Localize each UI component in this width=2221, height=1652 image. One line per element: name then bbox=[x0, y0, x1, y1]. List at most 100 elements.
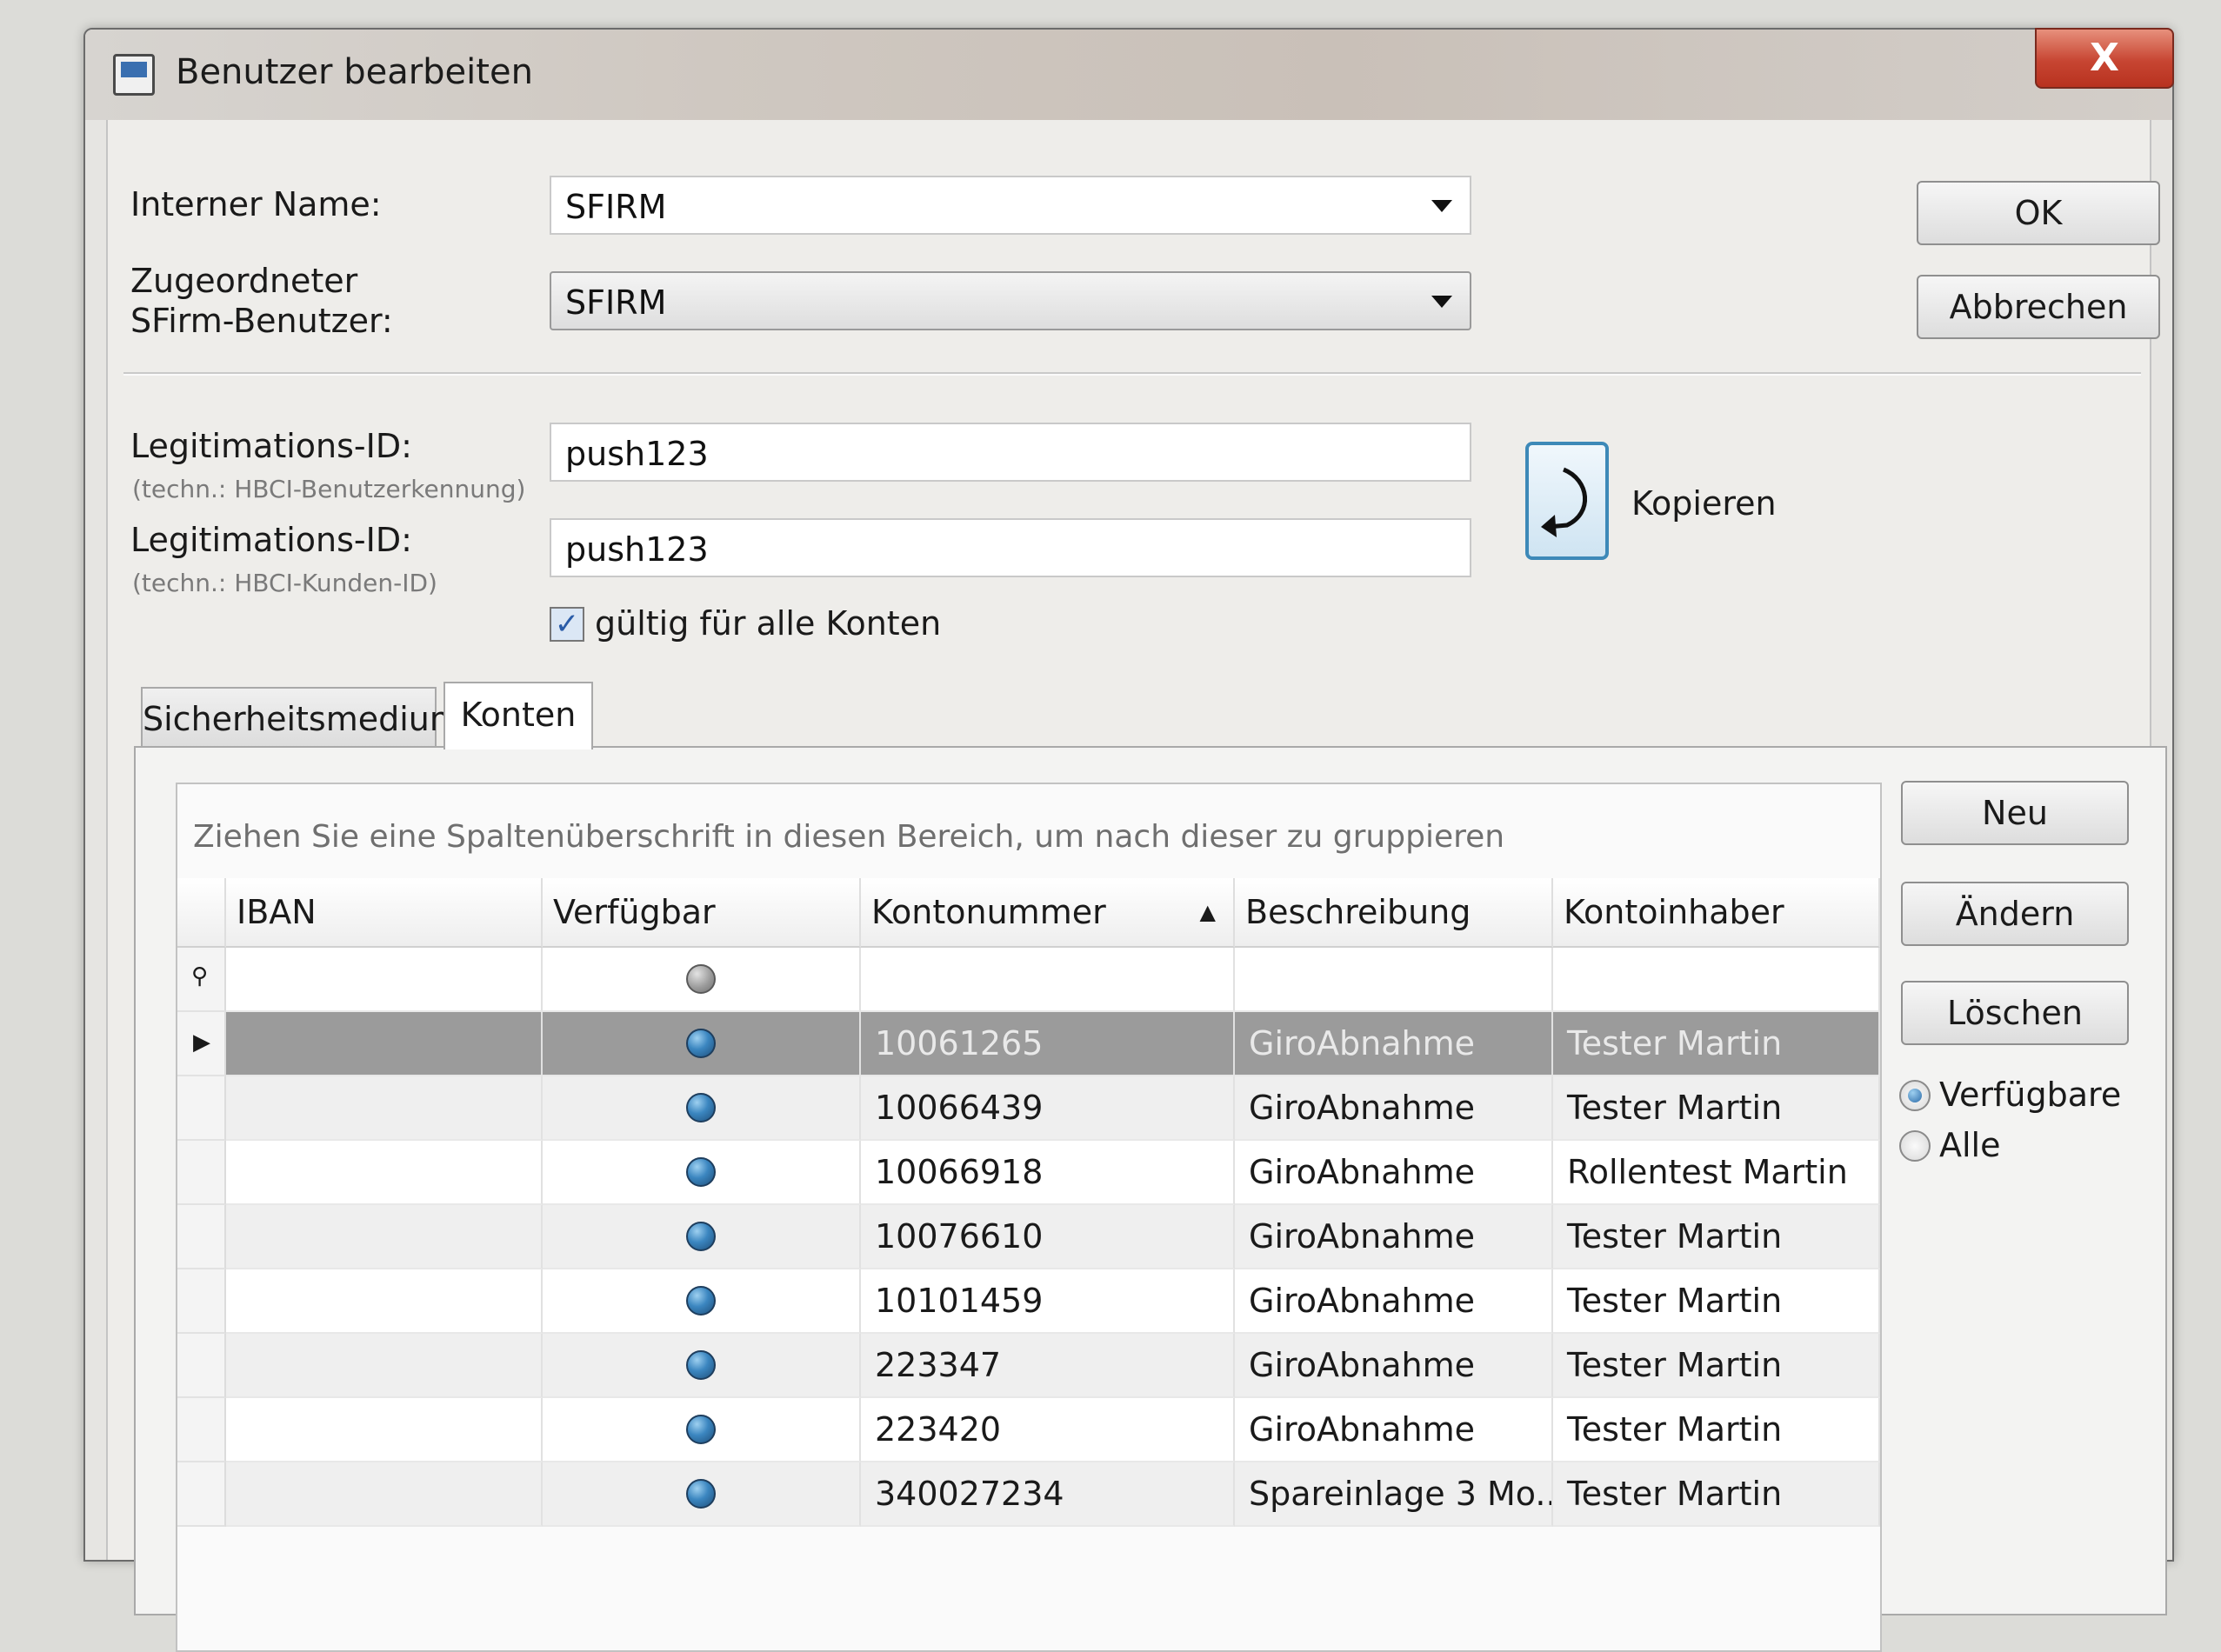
cell-iban[interactable] bbox=[226, 1205, 543, 1269]
cell-iban[interactable] bbox=[226, 1398, 543, 1462]
table-row[interactable]: ▶ 10061265 GiroAbnahme Tester Martin bbox=[177, 1012, 1880, 1076]
copy-button[interactable] bbox=[1525, 442, 1609, 560]
cell-beschreibung[interactable]: Spareinlage 3 Mo... bbox=[1235, 1462, 1553, 1527]
cell-kontonummer[interactable]: 223347 bbox=[861, 1334, 1235, 1398]
cell-kontoinhaber[interactable]: Rollentest Martin bbox=[1553, 1141, 1880, 1205]
filter-cell-beschreibung[interactable] bbox=[1235, 948, 1553, 1012]
row-header[interactable]: ▶ bbox=[177, 1012, 226, 1076]
tab-konten[interactable]: Konten bbox=[444, 682, 593, 749]
column-header-iban[interactable]: IBAN bbox=[226, 878, 543, 948]
cell-kontonummer[interactable]: 10066439 bbox=[861, 1076, 1235, 1141]
cell-kontonummer[interactable]: 10101459 bbox=[861, 1269, 1235, 1334]
dialog-client-area: Interner Name: SFIRM Zugeordneter SFirm-… bbox=[106, 120, 2167, 1652]
table-row[interactable]: 340027234 Spareinlage 3 Mo... Tester Mar… bbox=[177, 1462, 1880, 1527]
cell-verfuegbar[interactable] bbox=[543, 1012, 861, 1076]
filter-cell-verfuegbar[interactable] bbox=[543, 948, 861, 1012]
valid-all-checkbox[interactable]: ✓ bbox=[550, 607, 584, 642]
cell-iban[interactable] bbox=[226, 1012, 543, 1076]
change-button[interactable]: Ändern bbox=[1901, 882, 2129, 946]
copy-arrow-icon bbox=[1541, 467, 1588, 537]
cell-kontonummer[interactable]: 10066918 bbox=[861, 1141, 1235, 1205]
filter-cell-iban[interactable] bbox=[226, 948, 543, 1012]
row-header[interactable] bbox=[177, 1141, 226, 1205]
cell-kontoinhaber[interactable]: Tester Martin bbox=[1553, 1012, 1880, 1076]
table-row[interactable]: 10101459 GiroAbnahme Tester Martin bbox=[177, 1269, 1880, 1334]
column-header-beschreibung[interactable]: Beschreibung bbox=[1235, 878, 1553, 948]
filter-cell-kontonummer[interactable] bbox=[861, 948, 1235, 1012]
cell-iban[interactable] bbox=[226, 1334, 543, 1398]
cell-verfuegbar[interactable] bbox=[543, 1462, 861, 1527]
cell-kontonummer[interactable]: 223420 bbox=[861, 1398, 1235, 1462]
radio-available-label[interactable]: Verfügbare bbox=[1939, 1075, 2121, 1115]
cell-iban[interactable] bbox=[226, 1269, 543, 1334]
legit1-input[interactable]: push123 bbox=[550, 423, 1471, 482]
radio-available[interactable] bbox=[1899, 1080, 1931, 1111]
cell-kontoinhaber[interactable]: Tester Martin bbox=[1553, 1398, 1880, 1462]
window-title: Benutzer bearbeiten bbox=[176, 52, 533, 92]
table-row[interactable]: 10066918 GiroAbnahme Rollentest Martin bbox=[177, 1141, 1880, 1205]
radio-all-label[interactable]: Alle bbox=[1939, 1125, 2001, 1165]
cell-iban[interactable] bbox=[226, 1141, 543, 1205]
filter-row[interactable]: ⚲ bbox=[177, 948, 1880, 1012]
tab-sicherheitsmedium[interactable]: Sicherheitsmedium bbox=[141, 687, 462, 748]
cell-beschreibung[interactable]: GiroAbnahme bbox=[1235, 1012, 1553, 1076]
filter-cell-kontoinhaber[interactable] bbox=[1553, 948, 1880, 1012]
cell-kontoinhaber[interactable]: Tester Martin bbox=[1553, 1269, 1880, 1334]
cell-kontonummer[interactable]: 10061265 bbox=[861, 1012, 1235, 1076]
row-header[interactable] bbox=[177, 1462, 226, 1527]
dropdown-arrow-icon[interactable] bbox=[1431, 296, 1452, 308]
internal-name-combo[interactable]: SFIRM bbox=[550, 176, 1471, 235]
cell-kontoinhaber[interactable]: Tester Martin bbox=[1553, 1076, 1880, 1141]
table-row[interactable]: 223420 GiroAbnahme Tester Martin bbox=[177, 1398, 1880, 1462]
row-header[interactable] bbox=[177, 1334, 226, 1398]
table-row[interactable]: 10066439 GiroAbnahme Tester Martin bbox=[177, 1076, 1880, 1141]
sfirm-user-combo[interactable]: SFIRM bbox=[550, 271, 1471, 330]
radio-all[interactable] bbox=[1899, 1130, 1931, 1162]
cell-beschreibung[interactable]: GiroAbnahme bbox=[1235, 1334, 1553, 1398]
cancel-button[interactable]: Abbrechen bbox=[1917, 275, 2160, 339]
title-bar[interactable]: Benutzer bearbeiten X bbox=[85, 28, 2174, 120]
valid-all-label[interactable]: gültig für alle Konten bbox=[595, 603, 941, 643]
ok-button[interactable]: OK bbox=[1917, 181, 2160, 245]
cell-verfuegbar[interactable] bbox=[543, 1205, 861, 1269]
cell-kontoinhaber[interactable]: Tester Martin bbox=[1553, 1462, 1880, 1527]
table-row[interactable]: 223347 GiroAbnahme Tester Martin bbox=[177, 1334, 1880, 1398]
column-header-kontoinhaber[interactable]: Kontoinhaber bbox=[1553, 878, 1880, 948]
cell-beschreibung[interactable]: GiroAbnahme bbox=[1235, 1141, 1553, 1205]
cell-kontonummer[interactable]: 10076610 bbox=[861, 1205, 1235, 1269]
copy-label: Kopieren bbox=[1631, 484, 1777, 523]
cell-verfuegbar[interactable] bbox=[543, 1398, 861, 1462]
cell-iban[interactable] bbox=[226, 1462, 543, 1527]
legit2-hint: (techn.: HBCI-Kunden-ID) bbox=[132, 569, 437, 597]
row-header[interactable] bbox=[177, 1269, 226, 1334]
status-dot-icon bbox=[686, 1093, 716, 1122]
cell-kontonummer[interactable]: 340027234 bbox=[861, 1462, 1235, 1527]
new-button[interactable]: Neu bbox=[1901, 781, 2129, 845]
window-app-icon bbox=[113, 54, 155, 96]
row-header[interactable] bbox=[177, 1205, 226, 1269]
cell-verfuegbar[interactable] bbox=[543, 1269, 861, 1334]
close-icon: X bbox=[2090, 36, 2119, 80]
column-header-verfuegbar[interactable]: Verfügbar bbox=[543, 878, 861, 948]
cell-kontoinhaber[interactable]: Tester Martin bbox=[1553, 1334, 1880, 1398]
sfirm-user-label-line1: Zugeordneter bbox=[130, 262, 358, 300]
cell-beschreibung[interactable]: GiroAbnahme bbox=[1235, 1269, 1553, 1334]
status-dot-icon bbox=[686, 1157, 716, 1187]
delete-button[interactable]: Löschen bbox=[1901, 981, 2129, 1045]
table-row[interactable]: 10076610 GiroAbnahme Tester Martin bbox=[177, 1205, 1880, 1269]
cell-iban[interactable] bbox=[226, 1076, 543, 1141]
cell-verfuegbar[interactable] bbox=[543, 1141, 861, 1205]
group-hint: Ziehen Sie eine Spaltenüberschrift in di… bbox=[193, 819, 1505, 855]
cell-beschreibung[interactable]: GiroAbnahme bbox=[1235, 1205, 1553, 1269]
close-button[interactable]: X bbox=[2035, 28, 2174, 89]
dropdown-arrow-icon[interactable] bbox=[1431, 200, 1452, 212]
row-header[interactable] bbox=[177, 1398, 226, 1462]
cell-kontoinhaber[interactable]: Tester Martin bbox=[1553, 1205, 1880, 1269]
cell-verfuegbar[interactable] bbox=[543, 1334, 861, 1398]
cell-beschreibung[interactable]: GiroAbnahme bbox=[1235, 1076, 1553, 1141]
cell-beschreibung[interactable]: GiroAbnahme bbox=[1235, 1398, 1553, 1462]
row-header[interactable] bbox=[177, 1076, 226, 1141]
legit2-input[interactable]: push123 bbox=[550, 518, 1471, 577]
column-header-kontonummer[interactable]: Kontonummer ▲ bbox=[861, 878, 1235, 948]
cell-verfuegbar[interactable] bbox=[543, 1076, 861, 1141]
